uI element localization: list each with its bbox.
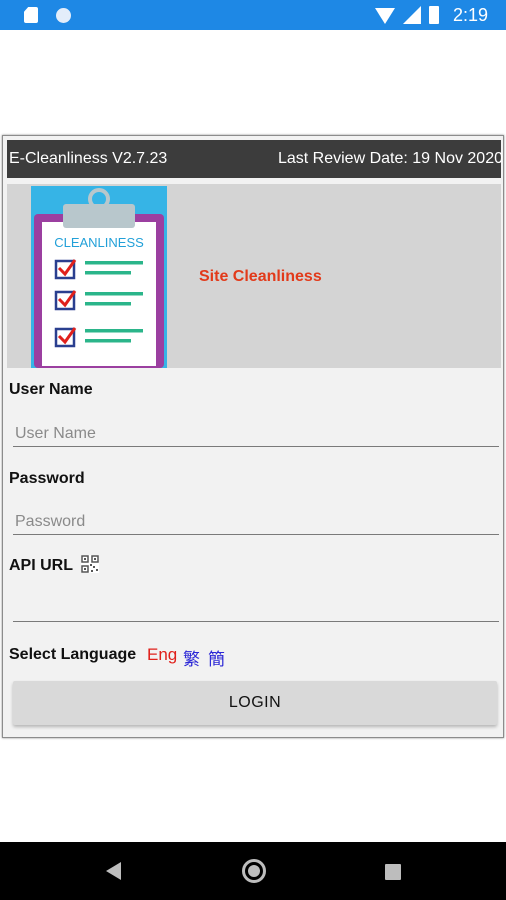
banner: CLEANLINESS Site Cleanliness [7,184,501,368]
recent-apps-icon[interactable] [385,864,401,880]
status-bar: 2:19 [0,0,506,30]
signal-icon [402,6,421,24]
app-version: E-Cleanliness V2.7.23 [9,150,168,167]
status-time: 2:19 [452,5,488,25]
api-url-label: API URL [9,557,73,574]
password-input[interactable] [13,505,499,535]
language-option-eng[interactable]: Eng [147,645,177,665]
language-option-traditional-chinese[interactable]: 繁 [183,645,200,670]
screen: 2:19 E-Cleanliness V2.7.23 Last Review D… [0,0,506,900]
language-option-simplified-chinese[interactable]: 簡 [208,645,225,670]
back-icon[interactable] [106,862,121,880]
clipboard-logo-text: CLEANLINESS [54,235,144,250]
last-review-date: Last Review Date: 19 Nov 2020 [277,150,503,167]
language-label: Select Language [9,646,137,663]
notification-dot-icon [56,7,71,23]
login-button[interactable]: LOGIN [13,681,497,725]
password-label: Password [9,470,85,487]
username-label: User Name [9,381,93,398]
home-icon[interactable] [242,859,266,883]
login-panel: E-Cleanliness V2.7.23 Last Review Date: … [2,135,504,738]
title-bar: E-Cleanliness V2.7.23 Last Review Date: … [7,140,503,178]
navigation-bar [0,842,506,900]
battery-icon [428,6,439,24]
cleanliness-clipboard-logo: CLEANLINESS [31,186,167,368]
sd-card-icon [24,7,38,23]
qr-code-icon[interactable] [81,555,99,573]
site-title: Site Cleanliness [199,268,322,285]
username-input[interactable] [13,417,499,447]
wifi-icon [374,8,395,24]
api-url-input[interactable] [13,592,499,622]
